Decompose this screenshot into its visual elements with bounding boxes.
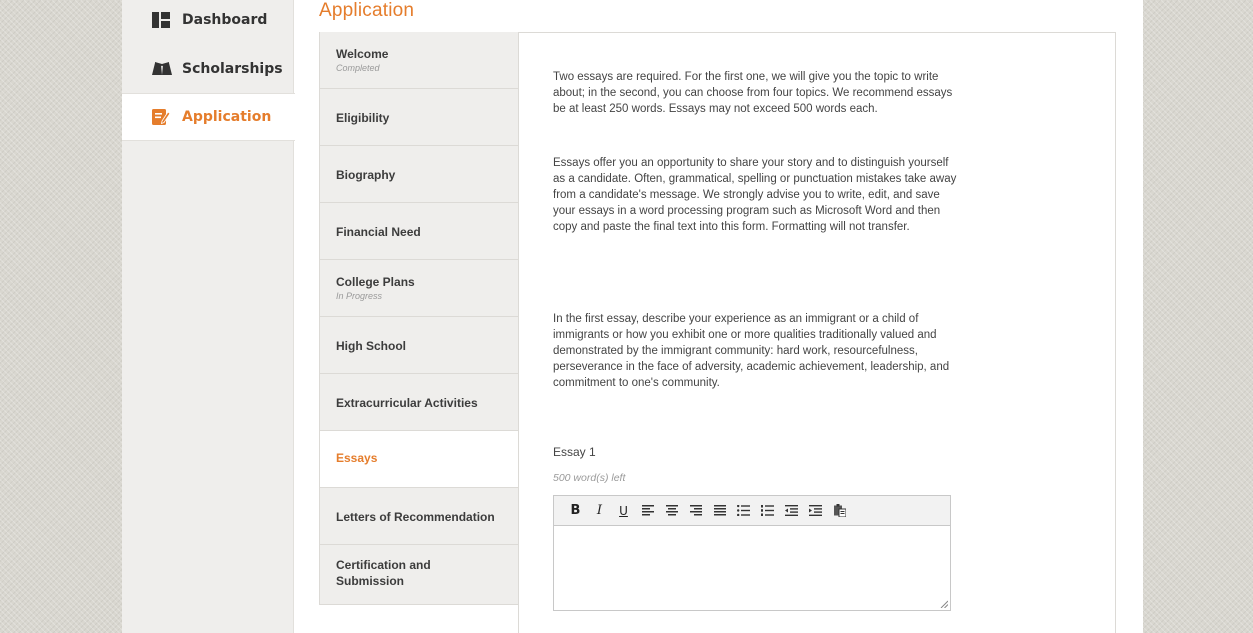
step-label: Letters of Recommendation bbox=[336, 510, 495, 524]
justify-button[interactable] bbox=[708, 501, 731, 521]
edit-icon bbox=[152, 108, 171, 126]
step-welcome[interactable]: Welcome Completed bbox=[320, 32, 519, 89]
step-eligibility[interactable]: Eligibility bbox=[320, 89, 519, 146]
step-label: Essays bbox=[336, 451, 378, 465]
step-label: College Plans bbox=[336, 275, 415, 289]
resize-handle-icon[interactable] bbox=[940, 600, 948, 608]
italic-button[interactable]: I bbox=[588, 501, 611, 521]
left-navigation: Dashboard Scholarships Application bbox=[122, 0, 295, 633]
dashboard-icon bbox=[152, 11, 170, 29]
justify-icon bbox=[713, 505, 726, 516]
indent-button[interactable] bbox=[804, 501, 827, 521]
numbered-list-button[interactable] bbox=[756, 501, 779, 521]
instructions-paragraph-2: Essays offer you an opportunity to share… bbox=[553, 157, 957, 233]
step-label: Extracurricular Activities bbox=[336, 396, 478, 410]
page-container: Dashboard Scholarships Application Appli… bbox=[122, 0, 1143, 633]
step-label: Financial Need bbox=[336, 225, 421, 239]
align-center-button[interactable] bbox=[660, 501, 683, 521]
step-label: Welcome bbox=[336, 47, 389, 61]
align-center-icon bbox=[665, 505, 678, 516]
bullet-list-icon bbox=[737, 505, 750, 516]
align-right-button[interactable] bbox=[684, 501, 707, 521]
essay-1-textarea[interactable] bbox=[554, 526, 950, 610]
nav-item-dashboard[interactable]: Dashboard bbox=[122, 0, 294, 40]
essay-content-panel: Two essays are required. For the first o… bbox=[518, 32, 1116, 633]
word-count-remaining: 500 word(s) left bbox=[553, 472, 626, 484]
step-status: In Progress bbox=[336, 291, 383, 301]
paste-word-icon bbox=[833, 504, 846, 517]
essay-prompt-paragraph: In the first essay, describe your experi… bbox=[553, 313, 950, 389]
step-status: Completed bbox=[336, 63, 380, 73]
underline-button[interactable]: U bbox=[612, 501, 635, 521]
numbered-list-icon bbox=[761, 505, 774, 516]
outdent-button[interactable] bbox=[780, 501, 803, 521]
align-left-icon bbox=[641, 505, 654, 516]
step-essays[interactable]: Essays bbox=[320, 431, 519, 488]
step-label: Certification and Submission bbox=[336, 558, 431, 588]
bold-button[interactable]: B bbox=[564, 501, 587, 521]
outdent-icon bbox=[785, 505, 798, 516]
step-high-school[interactable]: High School bbox=[320, 317, 519, 374]
step-label: Eligibility bbox=[336, 111, 390, 125]
essay-1-label: Essay 1 bbox=[553, 445, 596, 459]
step-financial-need[interactable]: Financial Need bbox=[320, 203, 519, 260]
step-label: Biography bbox=[336, 168, 396, 182]
books-icon bbox=[152, 60, 172, 78]
editor-toolbar: B I U bbox=[554, 496, 950, 526]
step-biography[interactable]: Biography bbox=[320, 146, 519, 203]
application-steps: Welcome Completed Eligibility Biography … bbox=[319, 32, 519, 605]
align-left-button[interactable] bbox=[636, 501, 659, 521]
step-label: High School bbox=[336, 339, 406, 353]
step-certification-and-submission[interactable]: Certification and Submission bbox=[320, 545, 519, 605]
nav-item-scholarships[interactable]: Scholarships bbox=[122, 46, 294, 92]
paste-from-word-button[interactable] bbox=[828, 501, 851, 521]
indent-icon bbox=[809, 505, 822, 516]
nav-item-label: Application bbox=[182, 109, 272, 125]
page-title: Application bbox=[319, 0, 415, 21]
bullet-list-button[interactable] bbox=[732, 501, 755, 521]
nav-item-label: Scholarships bbox=[182, 61, 283, 77]
nav-item-label: Dashboard bbox=[182, 12, 268, 28]
nav-item-application[interactable]: Application bbox=[122, 93, 295, 141]
essay-1-editor: B I U bbox=[553, 495, 951, 611]
step-extracurricular-activities[interactable]: Extracurricular Activities bbox=[320, 374, 519, 431]
align-right-icon bbox=[689, 505, 702, 516]
instructions-paragraph-1: Two essays are required. For the first o… bbox=[553, 71, 953, 115]
step-letters-of-recommendation[interactable]: Letters of Recommendation bbox=[320, 488, 519, 545]
step-college-plans[interactable]: College Plans In Progress bbox=[320, 260, 519, 317]
